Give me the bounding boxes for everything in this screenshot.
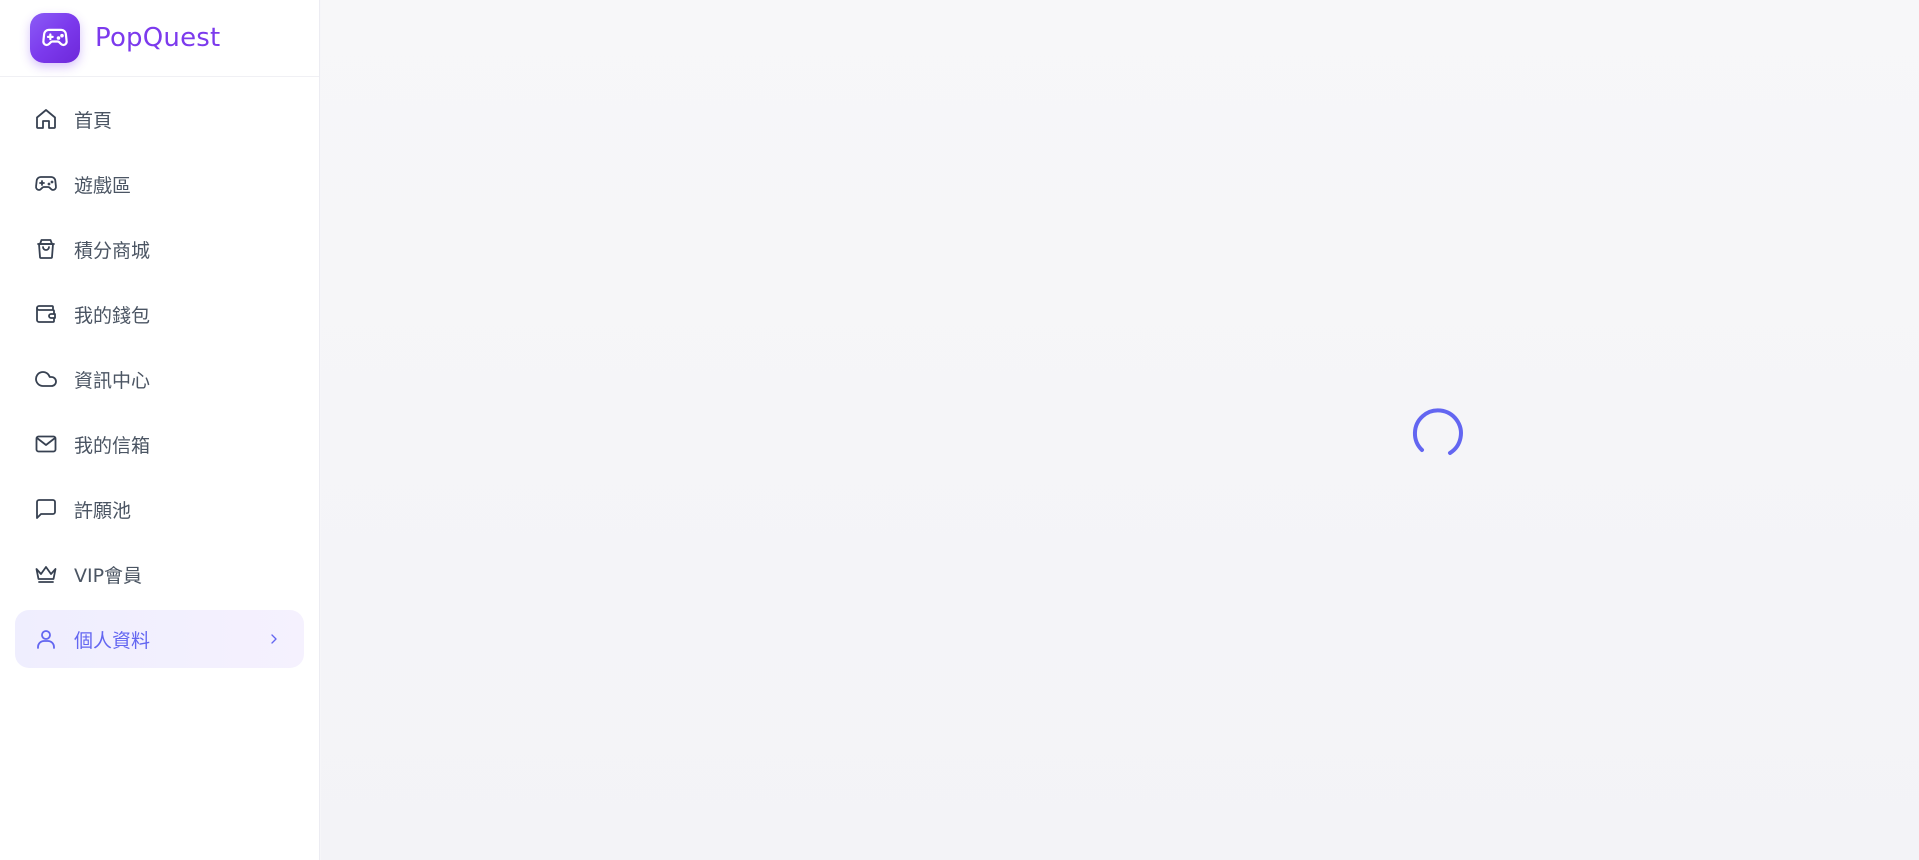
sidebar-item-info-center[interactable]: 資訊中心	[15, 350, 304, 408]
sidebar-item-label: 積分商城	[74, 239, 151, 262]
sidebar-item-label: 我的信箱	[74, 434, 151, 457]
sidebar-nav: 首頁 遊戲區 積分商城 我的錢包 資訊中心 我的信箱 許願池 VIP會員 個人資…	[0, 77, 319, 668]
sidebar-item-label: 個人資料	[74, 629, 151, 652]
brand-header[interactable]: PopQuest	[0, 0, 319, 77]
sidebar-item-label: 首頁	[74, 109, 113, 132]
user-icon	[33, 626, 59, 652]
main-content	[321, 0, 1919, 860]
gamepad-icon	[42, 28, 68, 47]
sidebar-item-profile[interactable]: 個人資料	[15, 610, 304, 668]
sidebar-item-games[interactable]: 遊戲區	[15, 155, 304, 213]
brand-logo[interactable]	[30, 13, 80, 63]
cloud-icon	[33, 366, 59, 392]
sidebar-item-label: VIP會員	[74, 564, 143, 587]
sidebar-item-vip[interactable]: VIP會員	[15, 545, 304, 603]
sidebar-item-label: 許願池	[74, 499, 132, 522]
sidebar-item-points-store[interactable]: 積分商城	[15, 220, 304, 278]
crown-icon	[33, 561, 59, 587]
sidebar-item-mailbox[interactable]: 我的信箱	[15, 415, 304, 473]
sidebar-item-label: 遊戲區	[74, 174, 132, 197]
sidebar: PopQuest 首頁 遊戲區 積分商城 我的錢包 資訊中心 我的信箱 許願池 …	[0, 0, 320, 860]
message-square-icon	[33, 496, 59, 522]
sidebar-item-label: 資訊中心	[74, 369, 151, 392]
sidebar-item-wishing-pool[interactable]: 許願池	[15, 480, 304, 538]
brand-name: PopQuest	[95, 23, 221, 53]
loading-spinner-icon	[1412, 403, 1470, 461]
gamepad-icon	[33, 171, 59, 197]
sidebar-item-wallet[interactable]: 我的錢包	[15, 285, 304, 343]
wallet-icon	[33, 301, 59, 327]
home-icon	[33, 106, 59, 132]
sidebar-item-home[interactable]: 首頁	[15, 90, 304, 148]
shopping-bag-icon	[33, 236, 59, 262]
mail-icon	[33, 431, 59, 457]
chevron-right-icon	[266, 631, 282, 647]
sidebar-item-label: 我的錢包	[74, 304, 151, 327]
